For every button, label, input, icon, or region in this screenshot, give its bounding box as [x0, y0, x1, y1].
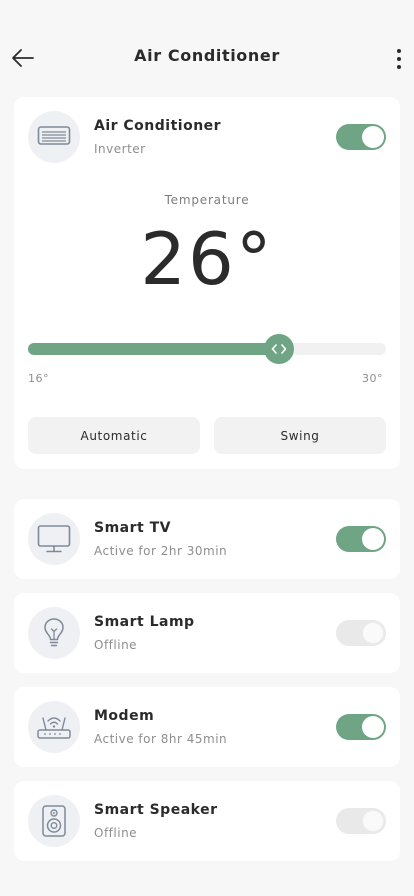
device-card-modem[interactable]: Modem Active for 8hr 45min [14, 687, 400, 767]
device-icon-badge [28, 701, 80, 753]
lamp-icon [44, 618, 64, 647]
tv-icon [37, 525, 71, 553]
device-card-smart-speaker[interactable]: Smart Speaker Offline [14, 781, 400, 861]
toggle-knob [362, 810, 384, 832]
slider-fill [28, 343, 281, 355]
ac-subtitle: Inverter [94, 142, 146, 156]
temperature-min-label: 16° [28, 372, 49, 385]
smart-speaker-toggle[interactable] [336, 808, 386, 834]
device-name: Smart Lamp [94, 614, 195, 630]
chevron-left-right-icon [271, 344, 286, 354]
more-vertical-icon [397, 49, 401, 69]
toggle-knob [362, 528, 384, 550]
smart-lamp-toggle[interactable] [336, 620, 386, 646]
air-conditioner-icon [37, 126, 71, 145]
device-status: Active for 2hr 30min [94, 544, 228, 558]
device-icon-badge [28, 607, 80, 659]
toggle-knob [362, 716, 384, 738]
toggle-knob [362, 622, 384, 644]
ac-name: Air Conditioner [94, 118, 222, 134]
temperature-max-label: 30° [362, 372, 383, 385]
automatic-mode-button[interactable]: Automatic [28, 417, 200, 454]
temperature-label: Temperature [164, 193, 250, 207]
more-options-button[interactable] [390, 46, 408, 72]
device-name: Smart Speaker [94, 802, 218, 818]
device-name: Smart TV [94, 520, 171, 536]
ac-control-card: Air Conditioner Inverter Temperature 26°… [14, 97, 400, 469]
ac-power-toggle[interactable] [336, 124, 386, 150]
device-status: Offline [94, 638, 138, 652]
temperature-slider[interactable] [28, 334, 386, 364]
router-icon [37, 717, 71, 739]
device-card-smart-tv[interactable]: Smart TV Active for 2hr 30min [14, 499, 400, 579]
speaker-icon [42, 805, 66, 837]
page-title: Air Conditioner [134, 46, 280, 65]
device-name: Modem [94, 708, 155, 724]
device-icon-badge [28, 513, 80, 565]
device-status: Offline [94, 826, 138, 840]
device-icon-badge [28, 795, 80, 847]
ac-icon-badge [28, 111, 80, 163]
swing-mode-button[interactable]: Swing [214, 417, 386, 454]
device-card-smart-lamp[interactable]: Smart Lamp Offline [14, 593, 400, 673]
smart-tv-toggle[interactable] [336, 526, 386, 552]
modem-toggle[interactable] [336, 714, 386, 740]
toggle-knob [362, 126, 384, 148]
device-status: Active for 8hr 45min [94, 732, 228, 746]
slider-thumb[interactable] [263, 334, 294, 364]
temperature-value: 26° [140, 217, 274, 301]
